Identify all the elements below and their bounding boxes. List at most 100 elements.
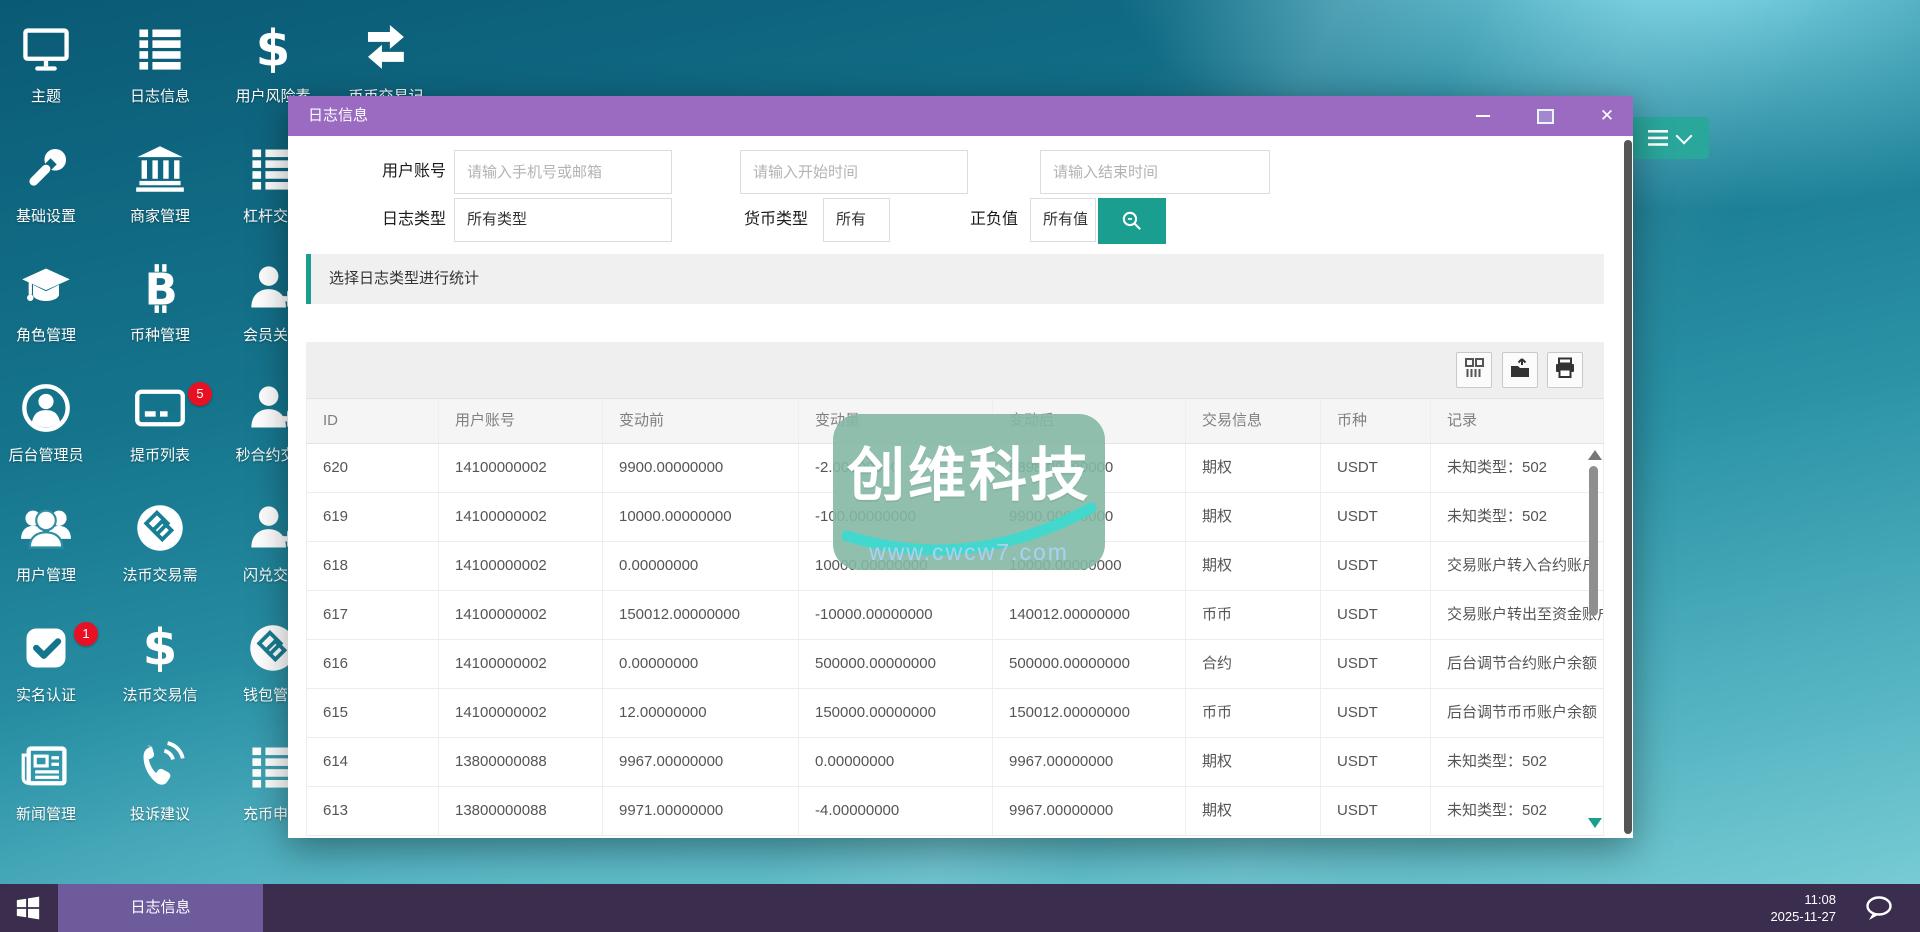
table-toolbar	[306, 342, 1604, 398]
table-cell: 9900.00000000	[992, 493, 1185, 541]
hamburger-icon	[1648, 130, 1668, 146]
scroll-up-icon[interactable]	[1588, 450, 1602, 460]
print-button[interactable]	[1547, 352, 1583, 388]
desktop-icon-coin-mgmt[interactable]: B 币种管理	[104, 258, 216, 345]
table-cell: 150000.00000000	[798, 689, 992, 737]
taskbar-task-log-info[interactable]: 日志信息	[58, 884, 263, 932]
table-cell: 14100000002	[438, 640, 602, 688]
desktop-icon-coin-trade-record[interactable]: 币币交易记	[330, 19, 442, 106]
clock-date: 2025-11-27	[1770, 909, 1836, 924]
fiat-trade-demand-icon	[104, 498, 216, 554]
desktop-icon-label: 法币交易需	[122, 567, 198, 584]
desktop-icon-fiat-trade-demand[interactable]: 法币交易需	[104, 498, 216, 585]
desktop-icon-label: 新闻管理	[15, 806, 76, 823]
export-button[interactable]	[1501, 352, 1538, 388]
user-mgmt-icon	[0, 498, 102, 554]
notification-badge: 5	[188, 382, 212, 406]
column-header-5: 变动后	[992, 399, 1185, 443]
desktop-icon-label: 后台管理员	[8, 447, 84, 464]
column-header-3: 变动前	[602, 399, 798, 443]
taskbar-clock[interactable]: 11:08 2025-11-27	[1770, 891, 1836, 925]
minimize-button[interactable]	[1468, 101, 1498, 131]
end-time-input[interactable]	[1040, 150, 1270, 194]
desktop-icon-complaint-suggest[interactable]: 投诉建议	[104, 737, 216, 824]
search-icon	[1122, 211, 1141, 230]
desktop-icon-basic-settings[interactable]: 基础设置	[0, 139, 102, 226]
table-row: 613 13800000088 9971.00000000 -4.00000000 99…	[306, 787, 1604, 836]
desktop-icon-user-risk[interactable]: $ 用户风险素	[217, 19, 329, 106]
start-time-input[interactable]	[740, 150, 968, 194]
export-icon	[1509, 357, 1531, 384]
column-header-2: 用户账号	[438, 399, 602, 443]
table-cell: 14100000002	[438, 689, 602, 737]
desktop-icon-label: 用户管理	[15, 567, 76, 584]
desktop-icon-role-mgmt[interactable]: 角色管理	[0, 258, 102, 345]
sign-select[interactable]: 所有值	[1030, 198, 1096, 242]
table-cell: 613	[306, 787, 438, 835]
desktop-icon-admin-mgmt[interactable]: 后台管理员	[0, 378, 102, 465]
chat-bubble-icon[interactable]	[1864, 894, 1894, 927]
window-scrollbar[interactable]	[1624, 140, 1632, 834]
table-cell: 14100000002	[438, 493, 602, 541]
notification-badge: 1	[74, 622, 98, 646]
table-row: 615 14100000002 12.00000000 150000.00000000…	[306, 689, 1604, 738]
currency-select[interactable]: 所有	[823, 198, 890, 242]
table-cell: 9898.00000000	[992, 444, 1185, 492]
search-button[interactable]	[1098, 198, 1166, 244]
account-input[interactable]	[454, 150, 672, 194]
close-button[interactable]: ✕	[1592, 101, 1622, 131]
table-cell: USDT	[1320, 444, 1430, 492]
window-title: 日志信息	[308, 107, 369, 124]
desktop-icon-log-info[interactable]: 日志信息	[104, 19, 216, 106]
columns-button[interactable]	[1456, 352, 1492, 388]
chevron-down-icon	[1675, 127, 1693, 145]
svg-text:$: $	[256, 23, 291, 75]
table-scrollbar-thumb[interactable]	[1589, 466, 1598, 616]
table-row: 619 14100000002 10000.00000000 -100.0000000…	[306, 493, 1604, 542]
table-row: 617 14100000002 150012.00000000 -10000.0000…	[306, 591, 1604, 640]
log-type-select[interactable]: 所有类型	[454, 198, 672, 242]
theme-icon	[0, 19, 102, 75]
table-cell: 9967.00000000	[992, 738, 1185, 786]
table-cell: 500000.00000000	[992, 640, 1185, 688]
table-cell: USDT	[1320, 738, 1430, 786]
table-cell: 未知类型：502	[1430, 787, 1604, 835]
table-cell: 0.00000000	[602, 542, 798, 590]
table-cell: USDT	[1320, 542, 1430, 590]
table-cell: 14100000002	[438, 542, 602, 590]
table-row: 618 14100000002 0.00000000 10000.00000000 10…	[306, 542, 1604, 591]
table-cell: 期权	[1185, 542, 1320, 590]
desktop-icon-fiat-trade-info[interactable]: $ 法币交易信	[104, 618, 216, 705]
table-cell: 618	[306, 542, 438, 590]
desktop-icon-withdraw-list[interactable]: 5 提币列表	[104, 378, 216, 465]
desktop-menu-button[interactable]	[1629, 117, 1709, 159]
table-cell: 10000.00000000	[798, 542, 992, 590]
desktop-icon-realname-auth[interactable]: 1 实名认证	[0, 618, 102, 705]
desktop-icon-user-mgmt[interactable]: 用户管理	[0, 498, 102, 585]
svg-text:$: $	[143, 622, 178, 674]
basic-settings-icon	[0, 139, 102, 195]
currency-type-label: 货币类型	[743, 211, 808, 228]
table-cell: 10000.00000000	[992, 542, 1185, 590]
desktop-icon-label: 投诉建议	[129, 806, 190, 823]
table-row: 614 13800000088 9967.00000000 0.00000000 996…	[306, 738, 1604, 787]
user-risk-icon: $	[217, 19, 329, 75]
scroll-down-icon[interactable]	[1588, 818, 1602, 828]
desktop-icon-news-mgmt[interactable]: 新闻管理	[0, 737, 102, 824]
desktop-icon-label: 角色管理	[15, 327, 76, 344]
table-cell: 9967.00000000	[992, 787, 1185, 835]
log-info-window: 日志信息 ✕ 用户账号 日志类型 所有类型 货币类型 所有 正负值 所有值 选择…	[288, 96, 1633, 838]
window-titlebar[interactable]: 日志信息 ✕	[288, 96, 1633, 136]
coin-trade-record-icon	[330, 19, 442, 75]
news-mgmt-icon	[0, 737, 102, 793]
start-button[interactable]	[0, 884, 56, 932]
table-cell: 619	[306, 493, 438, 541]
print-icon	[1554, 357, 1576, 384]
table-cell: 620	[306, 444, 438, 492]
desktop-icon-theme[interactable]: 主题	[0, 19, 102, 106]
table-cell: 617	[306, 591, 438, 639]
table-cell: 期权	[1185, 493, 1320, 541]
maximize-button[interactable]	[1530, 101, 1560, 131]
desktop-icon-merchant-mgmt[interactable]: 商家管理	[104, 139, 216, 226]
clock-time: 11:08	[1804, 892, 1836, 907]
